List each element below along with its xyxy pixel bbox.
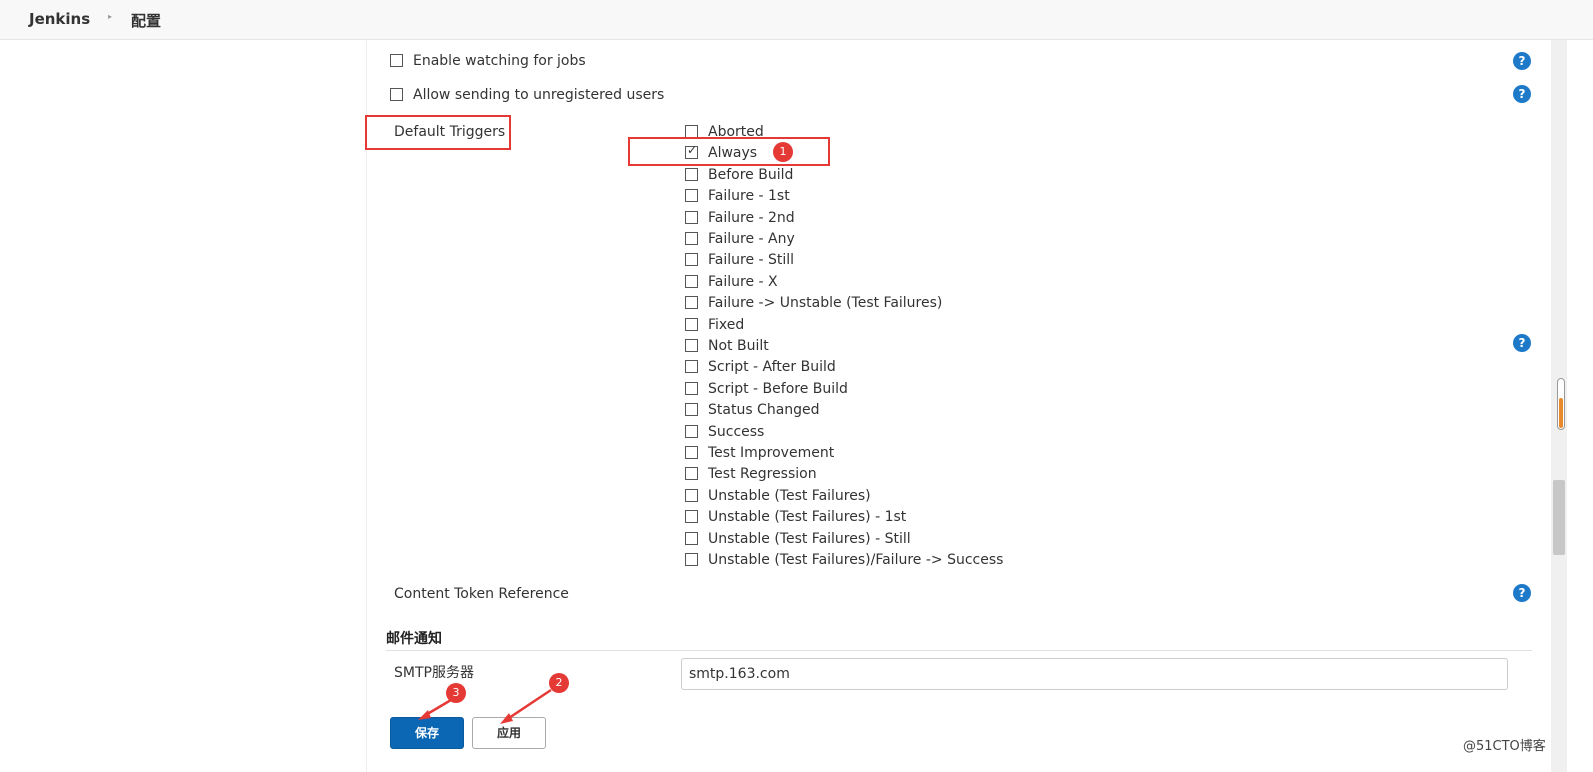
watermark: @51CTO博客 bbox=[1463, 739, 1546, 754]
enable-watching-row[interactable]: Enable watching for jobs bbox=[390, 53, 586, 69]
trigger-item[interactable]: Status Changed bbox=[685, 402, 820, 418]
enable-watching-label: Enable watching for jobs bbox=[413, 53, 586, 69]
trigger-checkbox[interactable] bbox=[685, 339, 698, 352]
help-icon[interactable]: ? bbox=[1513, 52, 1531, 70]
trigger-checkbox[interactable] bbox=[685, 510, 698, 523]
trigger-checkbox[interactable] bbox=[685, 189, 698, 202]
trigger-checkbox[interactable] bbox=[685, 275, 698, 288]
content-token-reference-label: Content Token Reference bbox=[394, 586, 569, 602]
trigger-checkbox[interactable] bbox=[685, 403, 698, 416]
trigger-checkbox[interactable] bbox=[685, 532, 698, 545]
trigger-item[interactable]: Before Build bbox=[685, 167, 793, 183]
trigger-label: Unstable (Test Failures) - Still bbox=[708, 531, 911, 547]
apply-button[interactable]: 应用 bbox=[472, 717, 546, 749]
trigger-label: Status Changed bbox=[708, 402, 820, 418]
trigger-checkbox[interactable] bbox=[685, 211, 698, 224]
trigger-label: Test Regression bbox=[708, 466, 817, 482]
trigger-item[interactable]: Script - Before Build bbox=[685, 381, 848, 397]
trigger-label: Script - After Build bbox=[708, 359, 836, 375]
trigger-checkbox[interactable] bbox=[685, 425, 698, 438]
trigger-item[interactable]: Unstable (Test Failures)/Failure -> Succ… bbox=[685, 552, 1003, 568]
trigger-item[interactable]: Unstable (Test Failures) - Still bbox=[685, 531, 911, 547]
trigger-label: Fixed bbox=[708, 317, 745, 333]
trigger-item[interactable]: Test Regression bbox=[685, 466, 817, 482]
trigger-checkbox[interactable] bbox=[685, 232, 698, 245]
trigger-item[interactable]: Test Improvement bbox=[685, 445, 834, 461]
trigger-checkbox[interactable] bbox=[685, 318, 698, 331]
trigger-checkbox[interactable] bbox=[685, 296, 698, 309]
trigger-item[interactable]: Failure - Still bbox=[685, 252, 794, 268]
trigger-checkbox[interactable] bbox=[685, 253, 698, 266]
trigger-item[interactable]: Failure - 1st bbox=[685, 188, 790, 204]
trigger-checkbox[interactable] bbox=[685, 382, 698, 395]
trigger-item[interactable]: Failure -> Unstable (Test Failures) bbox=[685, 295, 942, 311]
trigger-label: Script - Before Build bbox=[708, 381, 848, 397]
trigger-label: Failure -> Unstable (Test Failures) bbox=[708, 295, 943, 311]
trigger-checkbox[interactable] bbox=[685, 467, 698, 480]
trigger-label: Test Improvement bbox=[708, 445, 835, 461]
trigger-checkbox[interactable] bbox=[685, 553, 698, 566]
trigger-label: Unstable (Test Failures) - 1st bbox=[708, 509, 907, 525]
trigger-label: Failure - X bbox=[708, 274, 778, 290]
allow-unregistered-row[interactable]: Allow sending to unregistered users bbox=[390, 87, 664, 103]
smtp-server-input[interactable]: smtp.163.com bbox=[681, 658, 1508, 690]
save-button[interactable]: 保存 bbox=[390, 717, 464, 749]
trigger-label: Not Built bbox=[708, 338, 769, 354]
annotation-box-default-triggers bbox=[365, 115, 511, 150]
scrollbar-thumb[interactable] bbox=[1553, 480, 1565, 555]
trigger-item[interactable]: Script - After Build bbox=[685, 359, 836, 375]
mail-section-title: 邮件通知 bbox=[386, 631, 442, 647]
allow-unregistered-checkbox[interactable] bbox=[390, 88, 403, 101]
annotation-badge-3: 3 bbox=[446, 683, 466, 703]
scroll-indicator-fill bbox=[1559, 398, 1563, 428]
trigger-checkbox[interactable] bbox=[685, 360, 698, 373]
trigger-label: Failure - 2nd bbox=[708, 210, 795, 226]
help-icon[interactable]: ? bbox=[1513, 584, 1531, 602]
trigger-item[interactable]: Unstable (Test Failures) - 1st bbox=[685, 509, 906, 525]
trigger-checkbox[interactable] bbox=[685, 489, 698, 502]
trigger-item[interactable]: Not Built bbox=[685, 338, 769, 354]
trigger-label: Failure - Still bbox=[708, 252, 795, 268]
trigger-item[interactable]: Failure - X bbox=[685, 274, 778, 290]
trigger-item[interactable]: Failure - Any bbox=[685, 231, 795, 247]
smtp-server-label: SMTP服务器 bbox=[394, 665, 474, 681]
trigger-label: Failure - 1st bbox=[708, 188, 790, 204]
trigger-label: Before Build bbox=[708, 167, 794, 183]
trigger-label: Failure - Any bbox=[708, 231, 795, 247]
allow-unregistered-label: Allow sending to unregistered users bbox=[413, 87, 665, 103]
enable-watching-checkbox[interactable] bbox=[390, 54, 403, 67]
trigger-item[interactable]: Success bbox=[685, 424, 764, 440]
trigger-checkbox[interactable] bbox=[685, 446, 698, 459]
annotation-badge-1: 1 bbox=[773, 142, 793, 162]
help-icon[interactable]: ? bbox=[1513, 334, 1531, 352]
top-bar: Jenkins ▸ 配置 bbox=[0, 0, 1593, 40]
trigger-label: Success bbox=[708, 424, 765, 440]
trigger-item[interactable]: Failure - 2nd bbox=[685, 210, 795, 226]
section-divider bbox=[386, 650, 1532, 651]
breadcrumb-separator-icon: ▸ bbox=[108, 12, 113, 21]
breadcrumb-current-page[interactable]: 配置 bbox=[131, 10, 161, 31]
trigger-label: Unstable (Test Failures)/Failure -> Succ… bbox=[708, 552, 1004, 568]
trigger-checkbox[interactable] bbox=[685, 168, 698, 181]
help-icon[interactable]: ? bbox=[1513, 85, 1531, 103]
annotation-box-always bbox=[628, 137, 830, 166]
trigger-item[interactable]: Fixed bbox=[685, 317, 744, 333]
annotation-badge-2: 2 bbox=[549, 673, 569, 693]
trigger-label: Unstable (Test Failures) bbox=[708, 488, 871, 504]
jenkins-home-link[interactable]: Jenkins bbox=[29, 10, 90, 28]
trigger-item[interactable]: Unstable (Test Failures) bbox=[685, 488, 871, 504]
